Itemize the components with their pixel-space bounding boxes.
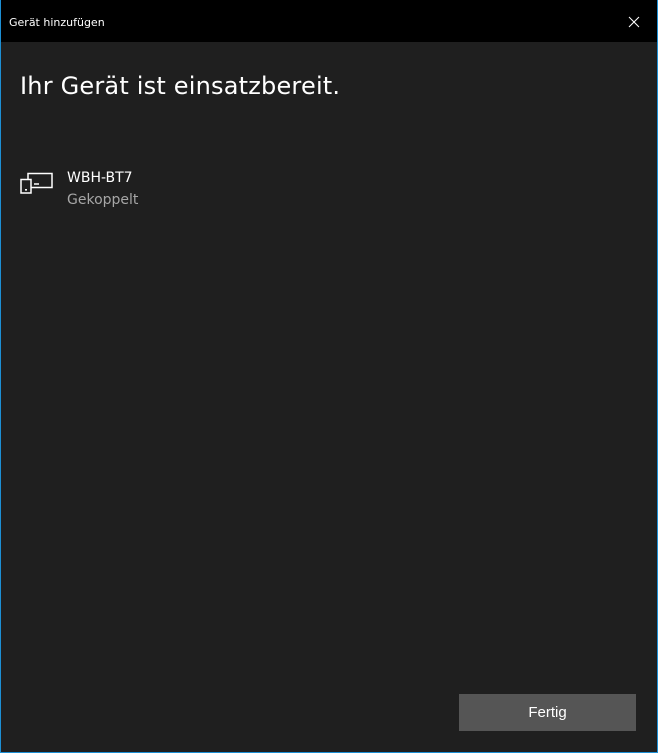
add-device-window: Gerät hinzufügen Ihr Gerät ist einsatzbe… <box>0 0 658 753</box>
device-list-item: WBH-BT7 Gekoppelt <box>20 168 320 212</box>
title-bar: Gerät hinzufügen <box>1 0 657 42</box>
window-title: Gerät hinzufügen <box>9 16 105 29</box>
device-icon <box>20 172 53 194</box>
done-button[interactable]: Fertig <box>459 694 636 731</box>
close-button[interactable] <box>611 6 657 38</box>
device-name: WBH-BT7 <box>67 170 133 186</box>
device-status: Gekoppelt <box>67 192 139 208</box>
close-icon <box>628 16 640 28</box>
page-heading: Ihr Gerät ist einsatzbereit. <box>20 72 341 100</box>
